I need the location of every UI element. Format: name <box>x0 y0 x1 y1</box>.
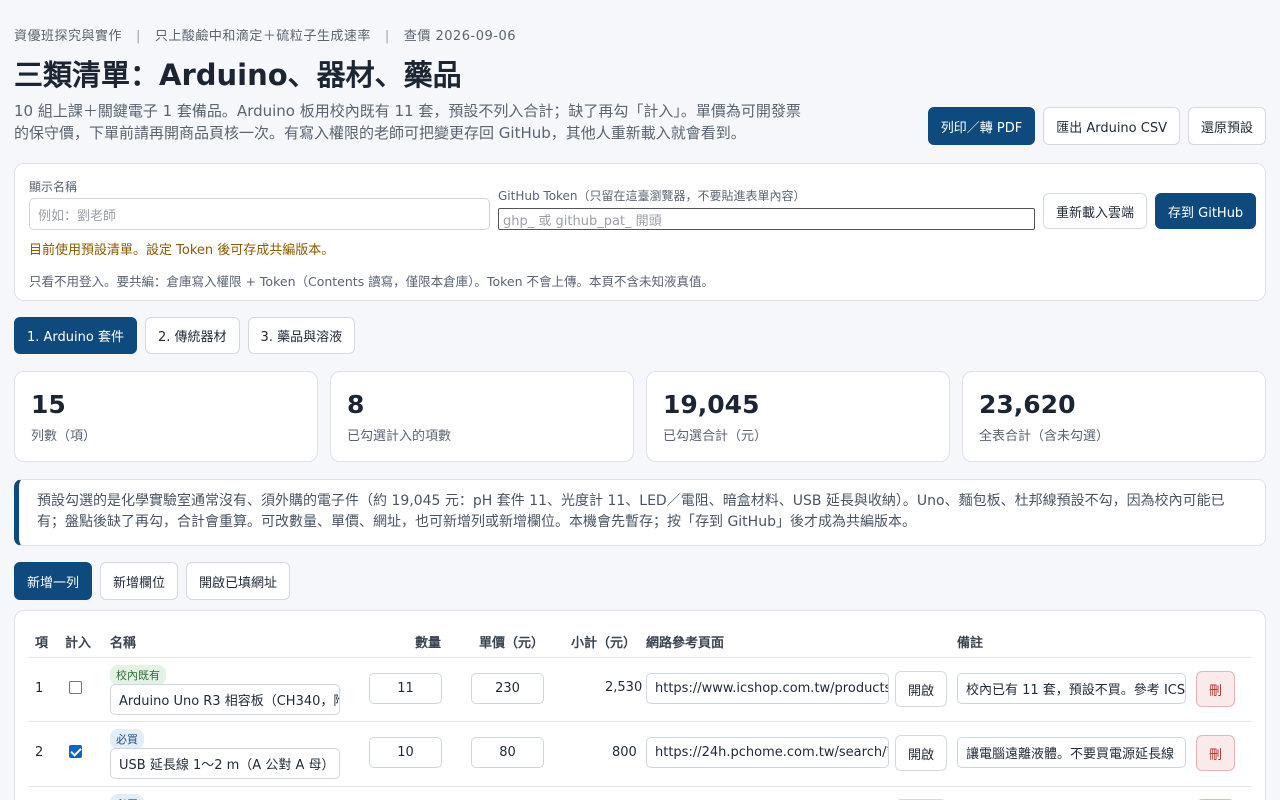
stats-row: 15 列數（項） 8 已勾選計入的項數 19,045 已勾選合計（元） 23,620 全… <box>14 371 1266 462</box>
reset-button[interactable]: 還原預設 <box>1187 107 1266 145</box>
status-badge: 必買 <box>110 794 144 800</box>
include-checkbox[interactable] <box>69 681 82 694</box>
status-badge: 校內既有 <box>110 665 166 685</box>
stat-value: 19,045 <box>663 390 760 419</box>
col-header-price: 單價（元） <box>479 636 545 651</box>
price-input[interactable]: 80 <box>471 737 544 768</box>
qty-input[interactable]: 11 <box>369 673 442 704</box>
stat-label: 已勾選計入的項數 <box>347 429 452 444</box>
status-badge: 必買 <box>110 729 144 749</box>
col-header-idx: 項 <box>35 636 49 651</box>
table-actions: 新增一列 新增欄位 開啟已填網址 <box>14 562 291 600</box>
subtotal-value: 800 <box>612 745 637 760</box>
price-input[interactable]: 230 <box>471 673 544 704</box>
tab-equipment[interactable]: 2. 傳統器材 <box>144 317 240 354</box>
stat-label: 列數（項） <box>31 429 97 444</box>
breadcrumb: 資優班探究與實作 | 只上酸鹼中和滴定＋硫粒子生成速率 | 查價 2026-09-06 <box>14 29 516 44</box>
delete-row-button[interactable]: 刪 <box>1196 735 1235 771</box>
header-divider <box>29 657 1251 658</box>
token-input[interactable]: ghp_ 或 github_pat_ 開頭 <box>498 208 1035 230</box>
url-input[interactable]: https://www.icshop.com.tw/products/368 <box>646 673 889 704</box>
crumb-topic: 只上酸鹼中和滴定＋硫粒子生成速率 <box>154 29 371 44</box>
stat-value: 15 <box>31 390 66 419</box>
save-github-button[interactable]: 存到 GitHub <box>1155 193 1257 229</box>
item-name-input[interactable]: Arduino Uno R3 相容板（CH340，附 <box>110 684 340 715</box>
col-header-include: 計入 <box>65 636 92 651</box>
note-input[interactable]: 校內已有 11 套，預設不買。參考 ICS <box>957 673 1186 704</box>
row-divider <box>29 721 1251 722</box>
subtotal-value: 2,530 <box>605 680 643 695</box>
url-input[interactable]: https://24h.pchome.com.tw/search/?q=U <box>646 737 889 768</box>
top-actions: 列印／轉 PDF 匯出 Arduino CSV 還原預設 <box>927 107 1266 145</box>
info-callout: 預設勾選的是化學實驗室通常沒有、須外購的電子件（約 19,045 元：pH 套件… <box>14 479 1266 546</box>
print-button[interactable]: 列印／轉 PDF <box>927 107 1036 145</box>
col-header-subtotal: 小計（元） <box>571 636 637 651</box>
tab-arduino[interactable]: 1. Arduino 套件 <box>14 317 137 354</box>
stat-value: 23,620 <box>979 390 1076 419</box>
stat-label: 全表合計（含未勾選） <box>979 429 1110 444</box>
stat-value: 8 <box>347 390 365 419</box>
stat-card: 15 列數（項） <box>14 371 318 462</box>
crumb-course: 資優班探究與實作 <box>14 29 123 44</box>
sync-note: 只看不用登入。要共編：倉庫寫入權限 + Token（Contents 讀寫，僅限… <box>29 274 714 289</box>
sync-panel: 顯示名稱 例如：劉老師 GitHub Token（只留在這臺瀏覽器，不要貼進表單… <box>14 163 1266 301</box>
tab-chemicals[interactable]: 3. 藥品與溶液 <box>247 317 356 354</box>
tab-bar: 1. Arduino 套件 2. 傳統器材 3. 藥品與溶液 <box>14 317 356 354</box>
row-divider <box>29 786 1251 787</box>
page-description: 10 組上課＋關鍵電子 1 套備品。Arduino 板用校內既有 11 套，預設… <box>14 102 801 142</box>
items-table: 項 計入 名稱 數量 單價（元） 小計（元） 網路參考頁面 備註 1 校內既有 … <box>14 610 1266 800</box>
add-row-button[interactable]: 新增一列 <box>14 562 93 600</box>
sync-status: 目前使用預設清單。設定 Token 後可存成共編版本。 <box>29 243 335 258</box>
delete-row-button[interactable]: 刪 <box>1196 671 1235 707</box>
stat-card: 23,620 全表合計（含未勾選） <box>962 371 1266 462</box>
token-label: GitHub Token（只留在這臺瀏覽器，不要貼進表單內容） <box>498 189 806 203</box>
open-url-button[interactable]: 開啟 <box>895 735 947 771</box>
reload-cloud-button[interactable]: 重新載入雲端 <box>1043 193 1148 229</box>
open-urls-button[interactable]: 開啟已填網址 <box>186 562 291 600</box>
stat-card: 19,045 已勾選合計（元） <box>646 371 950 462</box>
qty-input[interactable]: 10 <box>369 737 442 768</box>
add-column-button[interactable]: 新增欄位 <box>100 562 179 600</box>
name-label: 顯示名稱 <box>29 180 78 194</box>
col-header-qty: 數量 <box>415 636 442 651</box>
col-header-url: 網路參考頁面 <box>646 636 725 651</box>
col-header-note: 備註 <box>957 636 984 651</box>
open-url-button[interactable]: 開啟 <box>895 671 947 707</box>
col-header-name: 名稱 <box>110 636 137 651</box>
export-csv-button[interactable]: 匯出 Arduino CSV <box>1043 107 1180 145</box>
item-name-input[interactable]: USB 延長線 1～2 m（A 公對 A 母） <box>110 748 340 779</box>
page-title: 三類清單：Arduino、器材、藥品 <box>14 58 462 92</box>
row-index: 2 <box>35 745 44 760</box>
stat-label: 已勾選合計（元） <box>663 429 768 444</box>
note-input[interactable]: 讓電腦遠離液體。不要買電源延長線 <box>957 737 1186 768</box>
row-index: 1 <box>35 681 44 696</box>
crumb-date: 查價 2026-09-06 <box>403 29 516 44</box>
name-input[interactable]: 例如：劉老師 <box>29 198 490 230</box>
stat-card: 8 已勾選計入的項數 <box>330 371 634 462</box>
include-checkbox[interactable] <box>69 745 82 758</box>
